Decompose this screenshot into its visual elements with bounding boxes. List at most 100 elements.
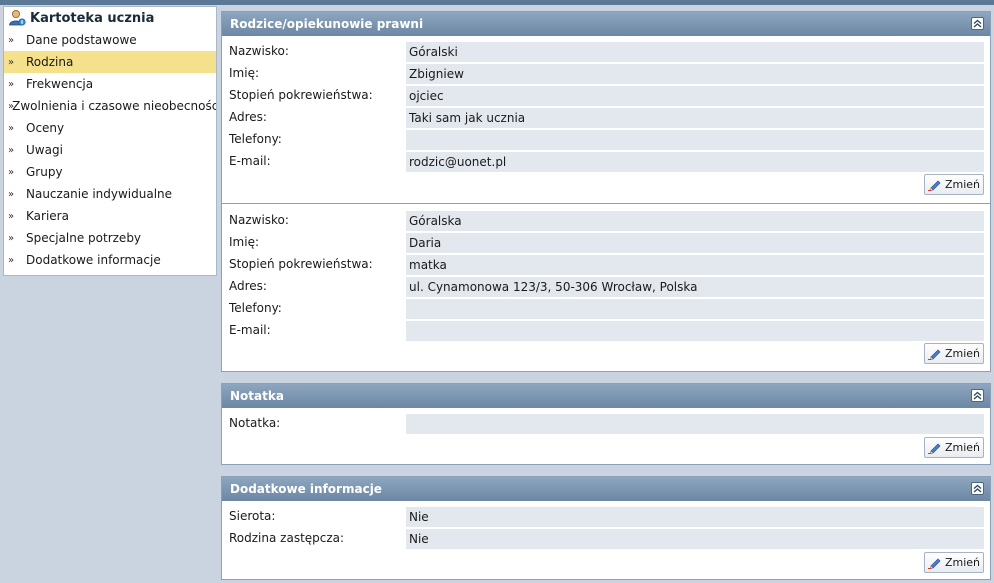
- double-chevron-right-icon: »: [8, 78, 14, 90]
- additional-info-panel: Dodatkowe informacje Sierota: Nie Rodzina …: [221, 476, 991, 580]
- field-value: [406, 299, 984, 319]
- sidebar-item[interactable]: » Specjalne potrzeby: [4, 227, 216, 249]
- additional-info-panel-header: Dodatkowe informacje: [222, 477, 990, 501]
- field-row: Notatka:: [222, 414, 990, 434]
- double-chevron-right-icon: »: [8, 144, 14, 156]
- double-chevron-right-icon: »: [8, 34, 14, 46]
- field-label: Rodzina zastępcza:: [229, 531, 345, 545]
- double-chevron-up-icon[interactable]: [971, 482, 984, 495]
- field-row: Telefony:: [222, 130, 990, 150]
- sidebar-item[interactable]: » Rodzina: [4, 51, 216, 73]
- field-row: Adres: Taki sam jak ucznia: [222, 108, 990, 128]
- double-chevron-up-icon[interactable]: [971, 389, 984, 402]
- pencil-icon: [927, 180, 941, 191]
- field-value: Góralska: [406, 211, 984, 231]
- field-row: Adres: ul. Cynamonowa 123/3, 50-306 Wrocł…: [222, 277, 990, 297]
- field-value: Góralski: [406, 42, 984, 62]
- sidebar-item[interactable]: » Kariera: [4, 205, 216, 227]
- sidebar-item[interactable]: » Oceny: [4, 117, 216, 139]
- user-icon: [9, 10, 26, 26]
- double-chevron-right-icon: »: [8, 100, 14, 112]
- sidebar-item[interactable]: » Zwolnienia i czasowe nieobecności: [4, 95, 216, 117]
- double-chevron-right-icon: »: [8, 188, 14, 200]
- field-row: Stopień pokrewieństwa: matka: [222, 255, 990, 275]
- field-label: Stopień pokrewieństwa:: [229, 257, 373, 271]
- sidebar-item-label: Specjalne potrzeby: [26, 231, 142, 245]
- field-label: Telefony:: [229, 132, 282, 146]
- guardians-panel: Rodzice/opiekunowie prawni Nazwisko: Góra…: [221, 11, 991, 372]
- field-label: Stopień pokrewieństwa:: [229, 88, 373, 102]
- record-divider: [222, 203, 990, 204]
- sidebar-item-label: Frekwencja: [26, 77, 94, 91]
- field-value: [406, 414, 984, 434]
- guardians-panel-header: Rodzice/opiekunowie prawni: [222, 12, 990, 36]
- sidebar-item-label: Uwagi: [26, 143, 63, 157]
- field-label: Notatka:: [229, 416, 281, 430]
- field-row: Rodzina zastępcza: Nie: [222, 529, 990, 549]
- pencil-icon: [927, 558, 941, 569]
- field-value: Taki sam jak ucznia: [406, 108, 984, 128]
- field-value: ojciec: [406, 86, 984, 106]
- double-chevron-right-icon: »: [8, 122, 14, 134]
- sidebar-header: Kartoteka ucznia: [4, 7, 216, 29]
- note-panel: Notatka Notatka: Zmień: [221, 383, 991, 465]
- field-label: Nazwisko:: [229, 44, 289, 58]
- field-value: [406, 321, 984, 341]
- field-row: E-mail: rodzic@uonet.pl: [222, 152, 990, 172]
- field-label: Sierota:: [229, 509, 276, 523]
- sidebar-item-label: Dane podstawowe: [26, 33, 137, 47]
- additional-info-panel-title: Dodatkowe informacje: [230, 482, 382, 496]
- note-panel-header: Notatka: [222, 384, 990, 408]
- field-label: Imię:: [229, 235, 259, 249]
- field-value: Nie: [406, 529, 984, 549]
- field-label: Telefony:: [229, 301, 282, 315]
- sidebar-item[interactable]: » Nauczanie indywidualne: [4, 183, 216, 205]
- sidebar-item-label: Dodatkowe informacje: [26, 253, 161, 267]
- edit-additional-info-button[interactable]: Zmień: [924, 552, 984, 573]
- sidebar-item-label: Rodzina: [26, 55, 74, 69]
- sidebar-item-label: Kariera: [26, 209, 69, 223]
- note-panel-title: Notatka: [230, 389, 284, 403]
- field-label: E-mail:: [229, 154, 271, 168]
- field-label: Adres:: [229, 110, 267, 124]
- field-value: Nie: [406, 507, 984, 527]
- double-chevron-right-icon: »: [8, 166, 14, 178]
- field-label: Imię:: [229, 66, 259, 80]
- sidebar-item[interactable]: » Grupy: [4, 161, 216, 183]
- double-chevron-right-icon: »: [8, 56, 14, 68]
- field-value: ul. Cynamonowa 123/3, 50-306 Wrocław, Po…: [406, 277, 984, 297]
- pencil-icon: [927, 443, 941, 454]
- edit-guardian-button[interactable]: Zmień: [924, 174, 984, 195]
- edit-button-label: Zmień: [944, 441, 981, 454]
- field-row: Stopień pokrewieństwa: ojciec: [222, 86, 990, 106]
- field-label: Adres:: [229, 279, 267, 293]
- field-row: E-mail:: [222, 321, 990, 341]
- sidebar-item-label: Nauczanie indywidualne: [26, 187, 173, 201]
- pencil-icon: [927, 349, 941, 360]
- field-row: Telefony:: [222, 299, 990, 319]
- double-chevron-right-icon: »: [8, 210, 14, 222]
- field-row: Nazwisko: Góralska: [222, 211, 990, 231]
- sidebar-item[interactable]: » Uwagi: [4, 139, 216, 161]
- top-bar: [0, 0, 994, 5]
- field-label: Nazwisko:: [229, 213, 289, 227]
- field-row: Nazwisko: Góralski: [222, 42, 990, 62]
- field-value: Zbigniew: [406, 64, 984, 84]
- double-chevron-right-icon: »: [8, 232, 14, 244]
- sidebar-title: Kartoteka ucznia: [30, 10, 155, 26]
- sidebar-item[interactable]: » Dodatkowe informacje: [4, 249, 216, 271]
- edit-button-label: Zmień: [944, 347, 981, 360]
- sidebar-item[interactable]: » Dane podstawowe: [4, 29, 216, 51]
- field-label: E-mail:: [229, 323, 271, 337]
- edit-button-label: Zmień: [944, 556, 981, 569]
- field-row: Sierota: Nie: [222, 507, 990, 527]
- sidebar-item-label: Grupy: [26, 165, 63, 179]
- double-chevron-right-icon: »: [8, 254, 14, 266]
- sidebar-item[interactable]: » Frekwencja: [4, 73, 216, 95]
- guardians-panel-title: Rodzice/opiekunowie prawni: [230, 17, 424, 31]
- edit-note-button[interactable]: Zmień: [924, 437, 984, 458]
- double-chevron-up-icon[interactable]: [971, 17, 984, 30]
- sidebar-item-label: Oceny: [26, 121, 65, 135]
- sidebar-item-label: Zwolnienia i czasowe nieobecności: [12, 99, 217, 113]
- edit-guardian-button[interactable]: Zmień: [924, 343, 984, 364]
